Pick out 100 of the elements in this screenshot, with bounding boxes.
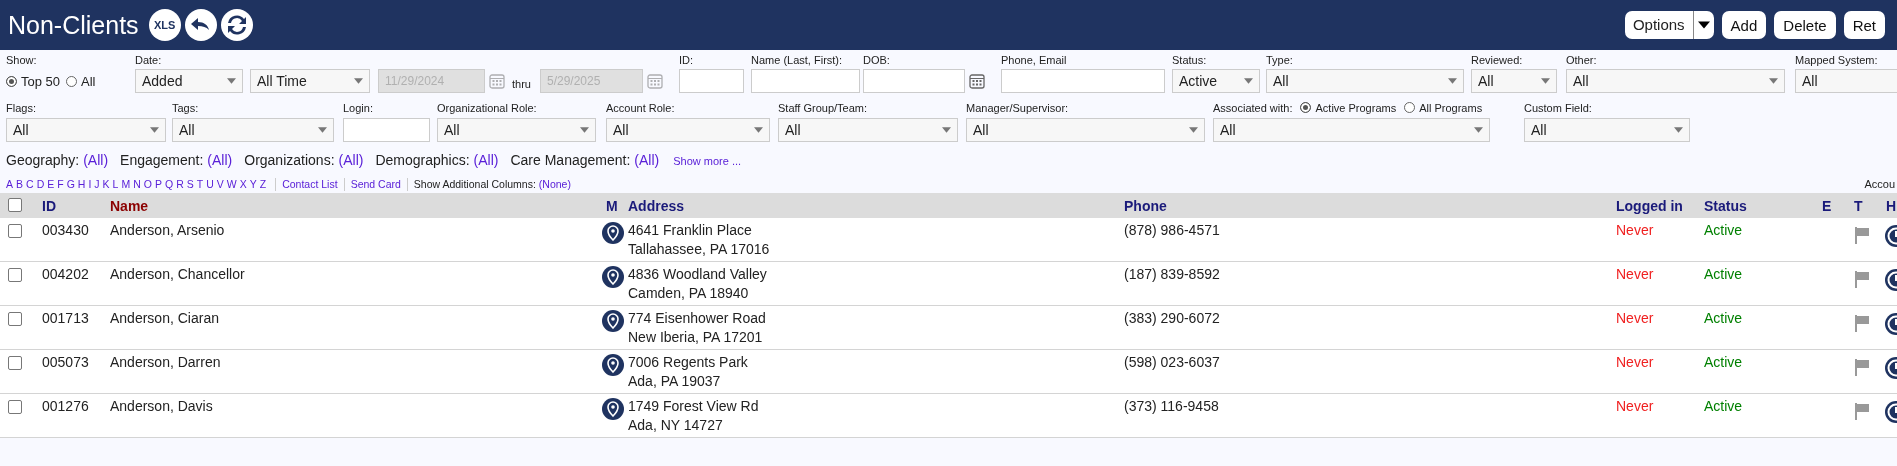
flag-icon[interactable] [1854,226,1870,244]
letter-link[interactable]: W [226,178,237,190]
input-field[interactable] [1001,69,1165,93]
dropdown-field[interactable]: All [1471,69,1557,93]
map-pin-icon[interactable] [602,266,624,288]
radio-label[interactable]: All [81,73,96,89]
dropdown-field[interactable]: All [1213,118,1490,142]
radio-label[interactable]: All Programs [1419,101,1483,114]
name-cell[interactable]: Anderson, Darren [110,354,221,393]
letter-link[interactable]: N [133,178,141,190]
row-checkbox[interactable] [8,356,22,370]
letter-link[interactable]: U [206,178,214,190]
row-checkbox[interactable] [8,268,22,282]
dropdown-field[interactable]: Active [1172,69,1260,93]
name-cell[interactable]: Anderson, Davis [110,398,213,437]
radio-button[interactable] [1404,102,1416,113]
category-filter-link[interactable]: (All) [207,152,233,168]
phone-header[interactable]: Phone [1124,197,1167,214]
row-checkbox[interactable] [8,312,22,326]
id-header[interactable]: ID [42,197,56,214]
refresh-icon[interactable] [220,9,253,41]
input-field[interactable] [343,118,430,142]
radio-button[interactable] [66,75,78,87]
letter-link[interactable]: K [102,178,110,190]
radio-label[interactable]: Active Programs [1315,101,1397,114]
category-filter-link[interactable]: (All) [473,152,499,168]
map-pin-icon[interactable] [602,222,624,244]
letter-link[interactable]: X [239,178,247,190]
letter-link[interactable]: Q [165,178,174,190]
letter-link[interactable]: V [216,178,224,190]
row-checkbox[interactable] [8,224,22,238]
letter-link[interactable]: R [176,178,184,190]
name-cell[interactable]: Anderson, Chancellor [110,266,245,305]
dropdown-field[interactable]: All [606,118,770,142]
dropdown-field[interactable]: All [966,118,1205,142]
letter-link[interactable]: G [66,178,75,190]
flag-icon[interactable] [1854,402,1870,420]
toolbar-button[interactable]: Delete [1774,11,1836,39]
letter-link[interactable]: D [36,178,45,190]
toolbar-link[interactable]: Send Card [350,178,401,190]
letter-link[interactable]: J [94,178,100,190]
dropdown-field[interactable]: All [1524,118,1690,142]
show-more-link[interactable]: Show more ... [673,155,742,167]
row-checkbox[interactable] [8,400,22,414]
select-all-checkbox[interactable] [8,197,22,212]
xls-export-button[interactable]: XLS [148,9,181,41]
map-pin-icon[interactable] [602,354,624,376]
dropdown-field[interactable]: All Time [250,69,370,93]
category-filter-link[interactable]: (All) [83,152,109,168]
caret-icon[interactable] [1697,21,1710,29]
map-pin-icon[interactable] [602,310,624,332]
address-header[interactable]: Address [628,197,685,214]
date-field[interactable] [863,69,965,93]
map-pin-icon[interactable] [602,398,624,420]
letter-link[interactable]: M [121,178,131,190]
options-split-button[interactable]: Options [1624,11,1714,39]
letter-link[interactable]: C [26,178,34,190]
radio-button[interactable] [1300,102,1312,113]
letter-link[interactable]: F [57,178,64,190]
logged-in-header[interactable]: Logged in [1616,197,1683,214]
toolbar-link[interactable]: Contact List [282,178,338,190]
letter-link[interactable]: L [112,178,119,190]
letter-link[interactable]: Y [249,178,257,190]
dropdown-field[interactable]: All [6,118,166,142]
letter-link[interactable]: P [154,178,162,190]
name-cell[interactable]: Anderson, Arsenio [110,222,225,261]
input-field[interactable] [751,69,860,93]
flag-icon[interactable] [1854,358,1870,376]
h-header[interactable]: H [1886,197,1897,214]
dropdown-field[interactable]: All [437,118,596,142]
dropdown-field[interactable]: All [1266,69,1464,93]
dropdown-field[interactable]: All [1795,69,1897,93]
flag-icon[interactable] [1854,314,1870,332]
t-header[interactable]: T [1854,197,1863,214]
letter-link[interactable]: B [16,178,24,190]
letter-link[interactable]: O [143,178,152,190]
letter-link[interactable]: E [47,178,55,190]
letter-link[interactable]: I [88,178,92,190]
letter-link[interactable]: T [196,178,204,190]
calendar-icon[interactable] [969,73,985,89]
name-cell[interactable]: Anderson, Ciaran [110,310,219,349]
dropdown-field[interactable]: All [778,118,958,142]
input-field[interactable] [679,69,744,93]
letter-link[interactable]: S [186,178,194,190]
letter-link[interactable]: Z [259,178,267,190]
dropdown-field[interactable]: All [1566,69,1785,93]
name-header[interactable]: Name [110,197,149,214]
additional-columns-link[interactable]: (None) [538,178,571,190]
category-filter-link[interactable]: (All) [338,152,364,168]
letter-link[interactable]: A [6,178,13,190]
e-header[interactable]: E [1822,197,1832,214]
dropdown-field[interactable]: All [172,118,334,142]
map-header[interactable]: M [606,197,618,214]
status-header[interactable]: Status [1704,197,1747,214]
toolbar-button[interactable]: Add [1721,11,1767,39]
options-button[interactable]: Options [1624,11,1694,39]
flag-icon[interactable] [1854,270,1870,288]
radio-button[interactable] [6,75,17,87]
toolbar-button[interactable]: Ret [1843,11,1885,39]
radio-label[interactable]: Top 50 [21,73,61,89]
